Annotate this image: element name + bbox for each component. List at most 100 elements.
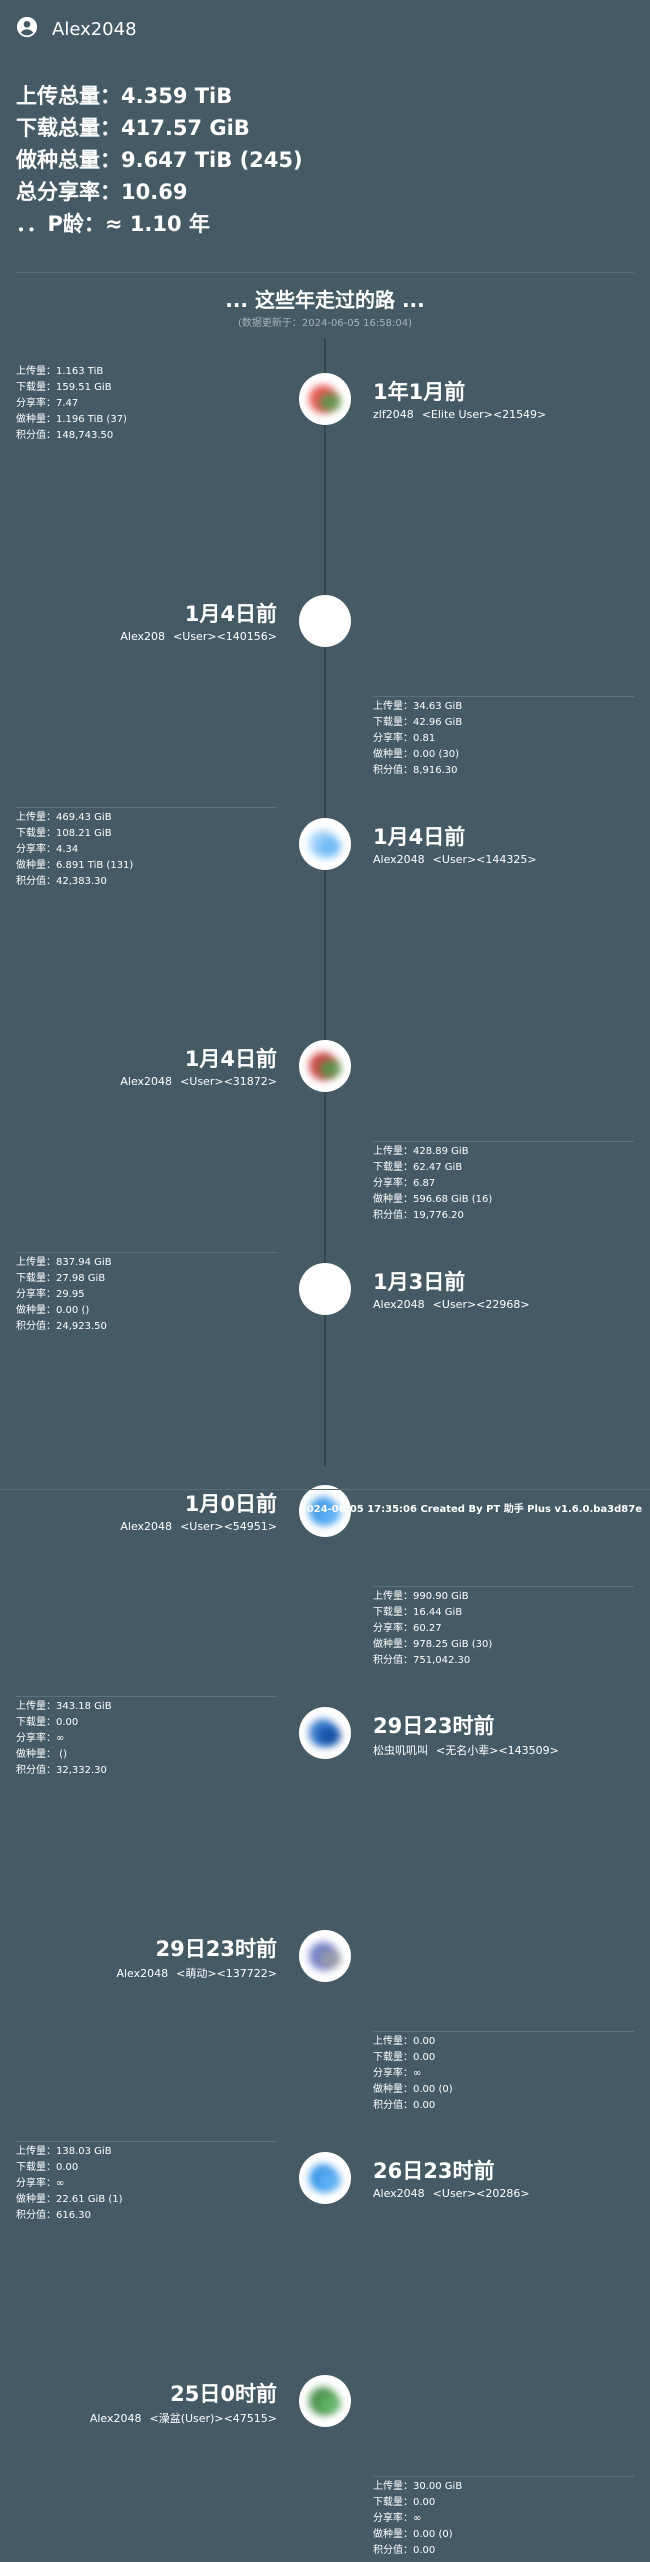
site-logo-icon[interactable]: [299, 1040, 351, 1093]
stat-label: 做种量：: [16, 859, 56, 871]
timeline-entry: 上传量：343.18 GiB 下载量：0.00 分享率：∞ 做种量： () 积分值：32…: [0, 1672, 650, 1894]
site-logo-icon[interactable]: [299, 1262, 351, 1315]
stat-upload: 上传量：1.163 TiB: [16, 364, 277, 380]
stat-value: 27.98 GiB: [56, 1272, 106, 1284]
stat-label: 下载量：: [16, 2162, 56, 2174]
stat-value: 108.21 GiB: [56, 827, 112, 839]
stat-label: 下载量：: [16, 827, 56, 839]
site-logo-icon[interactable]: [299, 2152, 351, 2205]
stat-value: 751,042.30: [413, 1655, 471, 1666]
stat-points: 积分值：0.00: [373, 2098, 634, 2114]
site-stats: 上传量：138.03 GiB 下载量：0.00 分享率：∞ 做种量：22.61 GiB…: [16, 2141, 277, 2224]
site-logo-icon[interactable]: [299, 1929, 351, 1982]
site-time: 29日23时前: [373, 1714, 495, 1739]
stat-label: 下载量：: [373, 717, 413, 729]
stat-value: 19,776.20: [413, 1210, 464, 1222]
stat-points: 积分值：0.00: [373, 2543, 634, 2559]
site-stats: 上传量：990.90 GiB 下载量：16.44 GiB 分享率：60.27 做种量：…: [373, 1586, 634, 1669]
stat-value: 60.27: [413, 1623, 442, 1634]
stat-value: 62.47 GiB: [413, 1162, 463, 1174]
stat-points: 积分值：19,776.20: [373, 1208, 634, 1224]
stat-ratio: 分享率：4.34: [16, 842, 277, 858]
stat-label: 下载量：: [373, 1162, 413, 1174]
stat-label: 上传量：: [373, 1146, 413, 1158]
stat-seeding: 做种量：6.891 TiB (131): [16, 858, 277, 874]
stat-ratio: 分享率：∞: [373, 2511, 634, 2527]
stat-label: 积分值：: [373, 765, 413, 777]
site-stats: 上传量：343.18 GiB 下载量：0.00 分享率：∞ 做种量： () 积分值：32…: [16, 1696, 277, 1779]
site-user: zlf2048 <Elite User><21549>: [373, 408, 546, 421]
site-user-class: <Elite User><21549>: [421, 408, 547, 421]
stat-label: 下载量：: [373, 2051, 413, 2063]
stat-label: 分享率：: [16, 1733, 56, 1745]
stat-value: ∞: [56, 1733, 65, 1745]
site-time: 25日0时前: [170, 2381, 277, 2406]
stat-download: 下载量：0.00: [16, 1715, 277, 1731]
stat-upload: 上传量：0.00: [373, 2034, 634, 2050]
site-stats: 上传量：34.63 GiB 下载量：42.96 GiB 分享率：0.81 做种量：0.…: [373, 696, 634, 779]
summary-row: 总分享率：10.69: [16, 176, 303, 208]
site-logo-icon[interactable]: [299, 1707, 351, 1760]
stat-upload: 上传量：990.90 GiB: [373, 1589, 634, 1605]
stat-value: ∞: [413, 2067, 422, 2079]
stat-seeding: 做种量：1.196 TiB (37): [16, 412, 277, 428]
stat-label: 积分值：: [373, 2099, 413, 2111]
stat-label: 做种量：: [373, 2083, 413, 2095]
site-user: Alex2048 <User><31872>: [120, 1075, 277, 1088]
stat-value: ∞: [56, 2178, 65, 2190]
stat-value: 16.44 GiB: [413, 1607, 463, 1618]
stat-download: 下载量：16.44 GiB: [373, 1605, 634, 1621]
stat-value: 138.03 GiB: [56, 2146, 112, 2158]
stat-upload: 上传量：34.63 GiB: [373, 699, 634, 715]
site-logo-icon[interactable]: [299, 373, 351, 425]
stat-value: 469.43 GiB: [56, 811, 112, 823]
stat-label: 上传量：: [16, 2146, 56, 2158]
stat-label: 积分值：: [16, 875, 56, 887]
site-user: Alex2048 <萌动><137722>: [116, 1965, 277, 1981]
summary-divider: [16, 272, 634, 273]
stat-value: 30.00 GiB: [413, 2480, 463, 2492]
stat-value: ∞: [413, 2512, 422, 2524]
site-username: Alex2048: [116, 1966, 169, 1980]
site-stats: 上传量：469.43 GiB 下载量：108.21 GiB 分享率：4.34 做种量：…: [16, 806, 277, 890]
stat-upload: 上传量：30.00 GiB: [373, 2479, 634, 2495]
site-logo-icon[interactable]: [299, 2374, 351, 2427]
stat-value: 0.00: [56, 1717, 79, 1729]
site-user: Alex208 <User><140156>: [120, 630, 277, 643]
stat-label: 积分值：: [16, 430, 56, 441]
stat-value: 34.63 GiB: [413, 701, 463, 713]
stat-download: 下载量：0.00: [373, 2050, 634, 2066]
stat-value: 978.25 GiB (30): [413, 1639, 493, 1650]
stat-value: 148,743.50: [56, 430, 114, 441]
stat-value: 42,383.30: [56, 875, 107, 887]
site-stats: 上传量：30.00 GiB 下载量：0.00 分享率：∞ 做种量：0.00 (0) 积分…: [373, 2475, 634, 2559]
stat-label: 分享率：: [16, 2178, 56, 2190]
site-time: 29日23时前: [155, 1936, 277, 1961]
stat-value: 428.89 GiB: [413, 1146, 469, 1158]
stat-seeding: 做种量：0.00 (): [16, 1303, 277, 1319]
stat-points: 积分值：8,916.30: [373, 763, 634, 779]
stat-value: 4.34: [56, 843, 79, 855]
stat-label: 下载量：: [373, 1607, 413, 1618]
site-user: Alex2048 <User><22968>: [373, 1298, 530, 1311]
site-user-class: <萌动><137722>: [176, 1966, 277, 1980]
stat-value: 0.00: [413, 2051, 436, 2063]
site-username: Alex2048: [373, 2187, 425, 2201]
site-user: Alex2048 <User><144325>: [373, 853, 537, 866]
stat-label: 积分值：: [16, 2210, 56, 2222]
summary-row: ．．P龄：≈ 1.10 年: [16, 208, 303, 240]
site-user-class: <User><20286>: [432, 2187, 530, 2201]
summary-value: 10.69: [121, 180, 188, 204]
stat-label: 积分值：: [16, 1765, 56, 1777]
site-logo-icon[interactable]: [299, 595, 351, 648]
stat-value: 0.00: [56, 2162, 79, 2174]
stat-label: 分享率：: [373, 2067, 413, 2079]
user-header: Alex2048: [16, 16, 137, 42]
summary-label: 上传总量：: [16, 84, 121, 108]
stat-value: 837.94 GiB: [56, 1256, 112, 1268]
site-logo-icon[interactable]: [299, 817, 351, 870]
timeline-title: ... 这些年走过的路 ...: [225, 288, 425, 312]
summary-label: 下载总量：: [16, 116, 121, 140]
site-username: Alex2048: [120, 1075, 173, 1089]
stat-value: 22.61 GiB (1): [56, 2194, 123, 2206]
